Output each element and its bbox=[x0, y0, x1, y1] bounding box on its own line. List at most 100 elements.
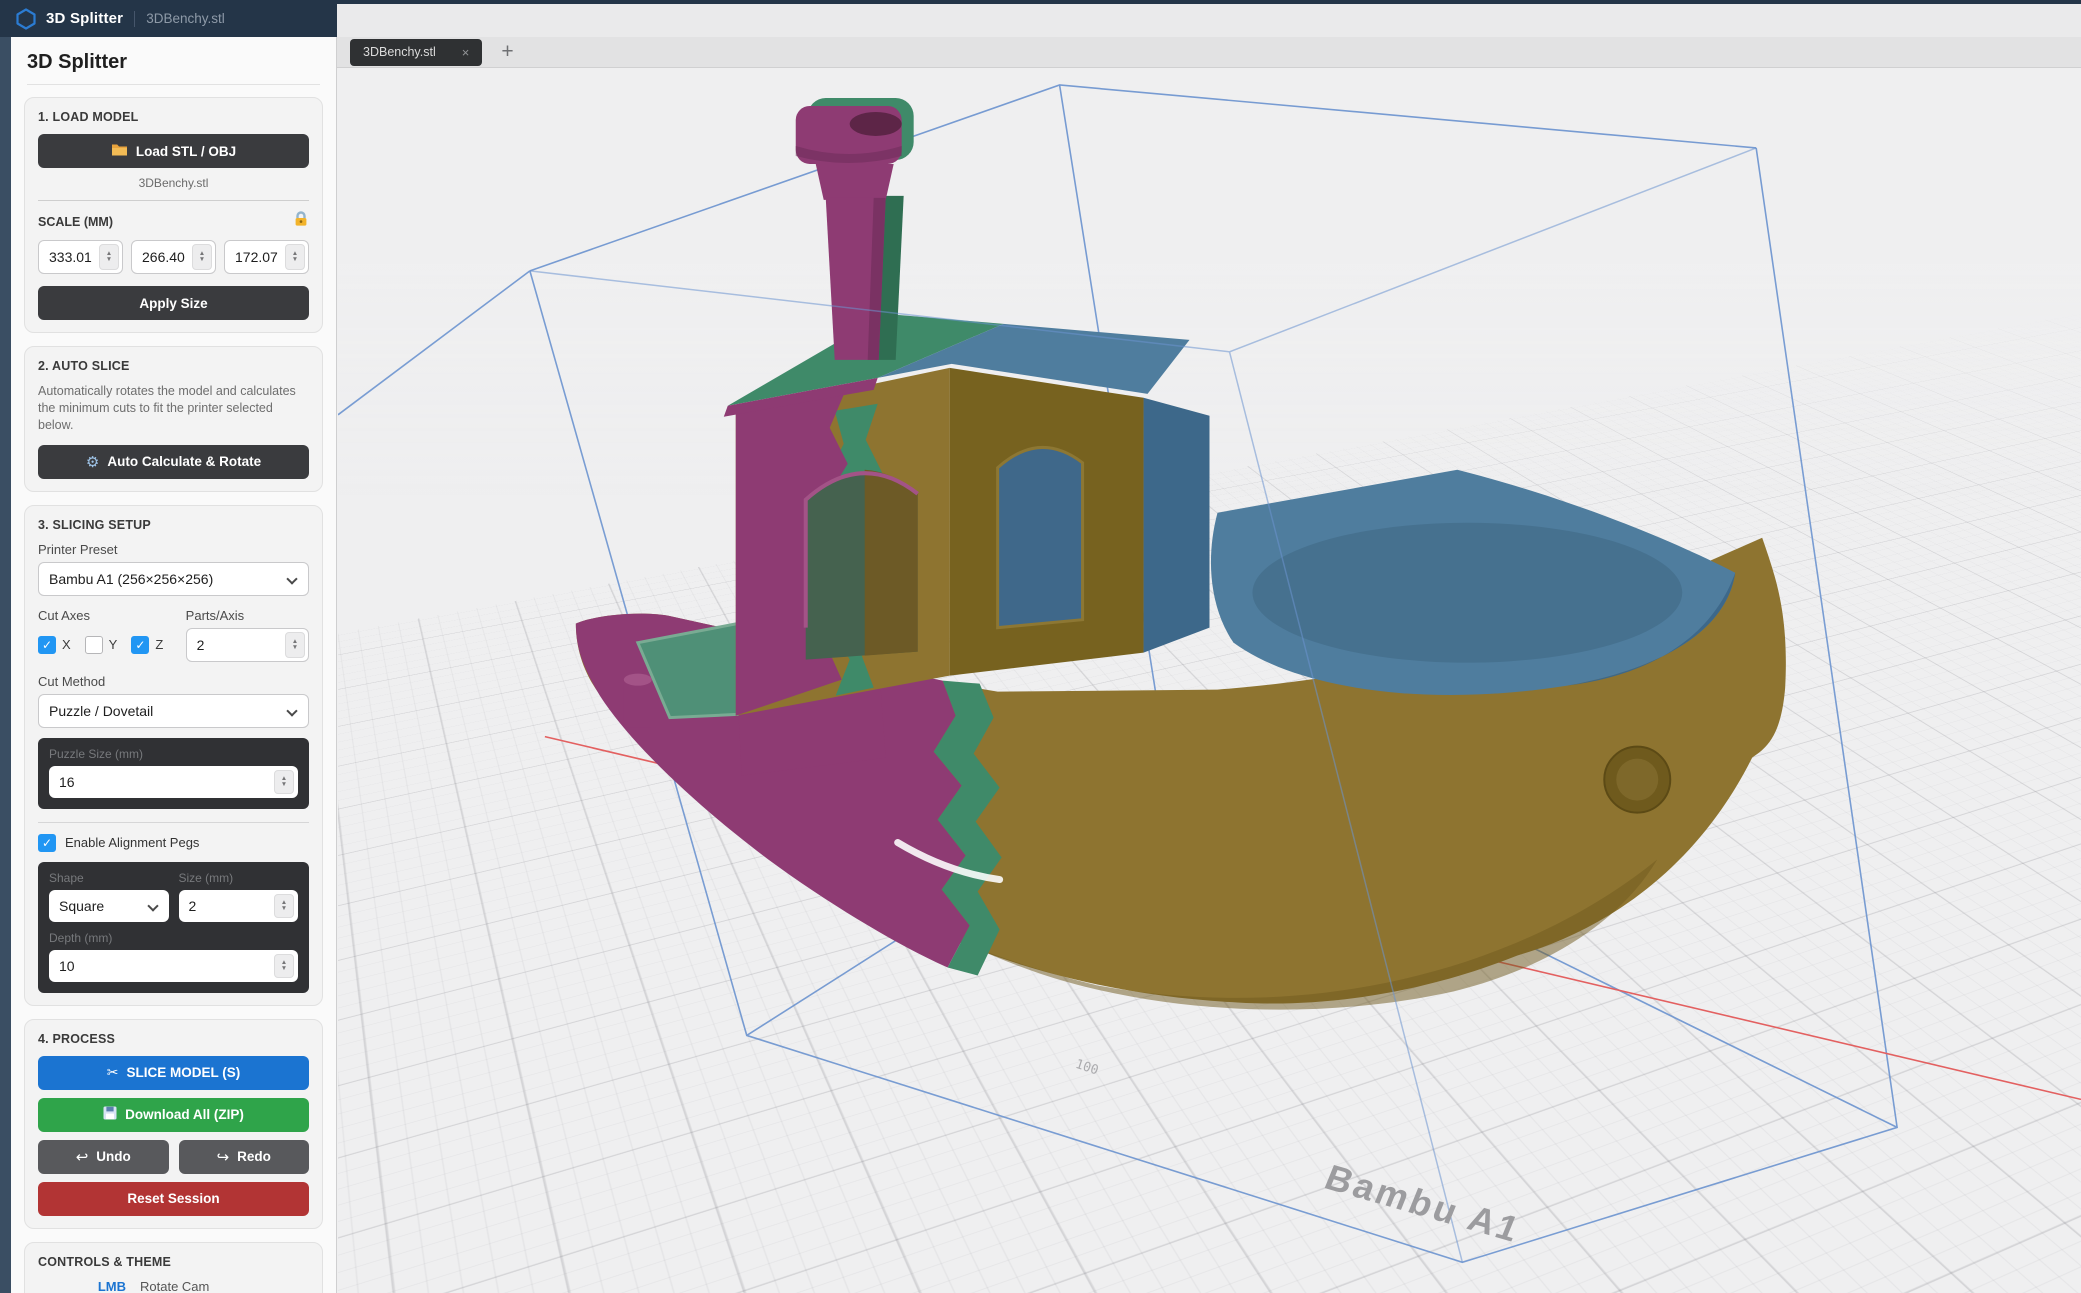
tab-bar: 3DBenchy.stl × + bbox=[337, 37, 2081, 68]
stepper-down-icon[interactable]: ▼ bbox=[281, 966, 287, 972]
sidebar-divider bbox=[27, 84, 320, 85]
scale-x-field: ▲▼ bbox=[38, 240, 123, 274]
peg-depth-field: ▲▼ bbox=[49, 950, 298, 982]
chevron-down-icon bbox=[286, 705, 297, 716]
puzzle-options-panel: Puzzle Size (mm) ▲▼ bbox=[38, 738, 309, 809]
section-load-model: 1. LOAD MODEL Load STL / OBJ 3DBenchy.st… bbox=[24, 97, 323, 333]
benchy-model-canvas[interactable]: 100 180 bbox=[338, 68, 2081, 1292]
section-process: 4. PROCESS ✂ SLICE MODEL (S) Download Al… bbox=[24, 1019, 323, 1229]
chevron-down-icon bbox=[147, 900, 158, 911]
shortcuts-list: LMB Rotate Cam RMB Pan Scroll Zoom Alt+D… bbox=[38, 1279, 309, 1293]
lock-icon[interactable] bbox=[293, 211, 309, 232]
cut-method-select[interactable]: Puzzle / Dovetail bbox=[38, 694, 309, 728]
window-left-strip bbox=[0, 37, 11, 1293]
redo-icon: ↪ bbox=[217, 1148, 230, 1166]
undo-button[interactable]: ↩ Undo bbox=[38, 1140, 169, 1174]
section-slicing-setup: 3. SLICING SETUP Printer Preset Bambu A1… bbox=[24, 505, 323, 1006]
section-load-title: 1. LOAD MODEL bbox=[38, 110, 309, 124]
benchy-model bbox=[576, 98, 1786, 1010]
axis-x-toggle[interactable]: ✓ X bbox=[38, 636, 71, 654]
puzzle-size-stepper[interactable]: ▲▼ bbox=[274, 770, 294, 794]
parts-axis-field: ▲▼ bbox=[186, 628, 309, 662]
sidebar: 3D Splitter 1. LOAD MODEL Load STL / OBJ… bbox=[11, 37, 337, 1293]
viewport-3d[interactable]: 100 180 bbox=[338, 68, 2081, 1293]
puzzle-size-input[interactable] bbox=[49, 766, 298, 798]
scale-y-stepper[interactable]: ▲▼ bbox=[192, 244, 212, 270]
stepper-down-icon[interactable]: ▼ bbox=[199, 257, 205, 263]
axis-y-toggle[interactable]: Y bbox=[85, 636, 118, 654]
axis-z-checkbox[interactable]: ✓ bbox=[131, 636, 149, 654]
alignment-pegs-checkbox[interactable]: ✓ bbox=[38, 834, 56, 852]
cut-axes-label: Cut Axes bbox=[38, 608, 174, 623]
section-controls-theme: CONTROLS & THEME LMB Rotate Cam RMB Pan … bbox=[24, 1242, 323, 1293]
alignment-pegs-toggle[interactable]: ✓ Enable Alignment Pegs bbox=[38, 834, 309, 852]
stepper-down-icon[interactable]: ▼ bbox=[292, 257, 298, 263]
slice-model-button[interactable]: ✂ SLICE MODEL (S) bbox=[38, 1056, 309, 1090]
scale-z-stepper[interactable]: ▲▼ bbox=[285, 244, 305, 270]
peg-depth-label: Depth (mm) bbox=[49, 931, 298, 945]
scale-z-field: ▲▼ bbox=[224, 240, 309, 274]
chimney bbox=[796, 98, 914, 360]
stepper-down-icon[interactable]: ▼ bbox=[292, 645, 298, 651]
scissors-icon: ✂ bbox=[107, 1064, 119, 1081]
stepper-down-icon[interactable]: ▼ bbox=[281, 782, 287, 788]
printer-preset-label: Printer Preset bbox=[38, 542, 309, 557]
axis-y-checkbox[interactable] bbox=[85, 636, 103, 654]
parts-axis-label: Parts/Axis bbox=[186, 608, 309, 623]
stepper-down-icon[interactable]: ▼ bbox=[281, 906, 287, 912]
printer-preset-select[interactable]: Bambu A1 (256×256×256) bbox=[38, 562, 309, 596]
grid-label-100: 100 bbox=[1073, 1057, 1100, 1079]
scale-y-field: ▲▼ bbox=[131, 240, 216, 274]
save-icon bbox=[103, 1106, 117, 1123]
peg-size-field: ▲▼ bbox=[179, 890, 299, 922]
loaded-filename: 3DBenchy.stl bbox=[38, 176, 309, 190]
tab-label: 3DBenchy.stl bbox=[363, 45, 436, 59]
cut-method-label: Cut Method bbox=[38, 674, 309, 689]
cabin-wall-blue bbox=[1144, 398, 1210, 653]
peg-shape-label: Shape bbox=[49, 871, 169, 885]
peg-size-stepper[interactable]: ▲▼ bbox=[274, 894, 294, 918]
top-strip bbox=[337, 0, 2081, 37]
puzzle-size-field: ▲▼ bbox=[49, 766, 298, 798]
load-stl-button[interactable]: Load STL / OBJ bbox=[38, 134, 309, 168]
load-card-divider bbox=[38, 200, 309, 201]
header-document-title: 3DBenchy.stl bbox=[146, 11, 225, 26]
shortcut-key: LMB bbox=[38, 1279, 126, 1293]
new-tab-button[interactable]: + bbox=[501, 42, 513, 62]
section-auto-slice: 2. AUTO SLICE Automatically rotates the … bbox=[24, 346, 323, 492]
axis-z-toggle[interactable]: ✓ Z bbox=[131, 636, 163, 654]
redo-button[interactable]: ↪ Redo bbox=[179, 1140, 310, 1174]
alignment-pegs-label: Enable Alignment Pegs bbox=[65, 835, 199, 850]
peg-shape-select[interactable]: Square bbox=[49, 890, 169, 922]
reset-session-button[interactable]: Reset Session bbox=[38, 1182, 309, 1216]
axis-x-checkbox[interactable]: ✓ bbox=[38, 636, 56, 654]
header-divider bbox=[134, 11, 135, 27]
scale-x-stepper[interactable]: ▲▼ bbox=[99, 244, 119, 270]
sidebar-title: 3D Splitter bbox=[11, 37, 336, 84]
app-header: 3D Splitter 3DBenchy.stl bbox=[0, 0, 337, 37]
peg-options-panel: Shape Square Size (mm) ▲▼ bbox=[38, 862, 309, 993]
stepper-down-icon[interactable]: ▼ bbox=[106, 257, 112, 263]
scale-label: SCALE (MM) bbox=[38, 215, 113, 229]
gear-icon: ⚙ bbox=[86, 453, 99, 471]
app-window: 3D Splitter 3DBenchy.stl 3DBenchy.stl × … bbox=[0, 0, 2081, 1293]
peg-depth-input[interactable] bbox=[49, 950, 298, 982]
undo-icon: ↩ bbox=[76, 1148, 89, 1166]
stern-porthole bbox=[1604, 747, 1670, 813]
app-logo-hexagon-icon bbox=[16, 8, 36, 30]
auto-slice-description: Automatically rotates the model and calc… bbox=[38, 383, 309, 434]
section-setup-title: 3. SLICING SETUP bbox=[38, 518, 309, 532]
peg-depth-stepper[interactable]: ▲▼ bbox=[274, 954, 294, 978]
parts-axis-stepper[interactable]: ▲▼ bbox=[285, 632, 305, 658]
auto-calculate-button[interactable]: ⚙ Auto Calculate & Rotate bbox=[38, 445, 309, 479]
tab-close-icon[interactable]: × bbox=[462, 45, 470, 60]
app-title: 3D Splitter bbox=[46, 10, 123, 27]
download-all-button[interactable]: Download All (ZIP) bbox=[38, 1098, 309, 1132]
chevron-down-icon bbox=[286, 573, 297, 584]
tab-3dbenchy[interactable]: 3DBenchy.stl × bbox=[350, 39, 482, 66]
setup-divider bbox=[38, 822, 309, 823]
section-auto-title: 2. AUTO SLICE bbox=[38, 359, 309, 373]
shortcut-action: Rotate Cam bbox=[140, 1279, 309, 1293]
peg-size-label: Size (mm) bbox=[179, 871, 299, 885]
apply-size-button[interactable]: Apply Size bbox=[38, 286, 309, 320]
